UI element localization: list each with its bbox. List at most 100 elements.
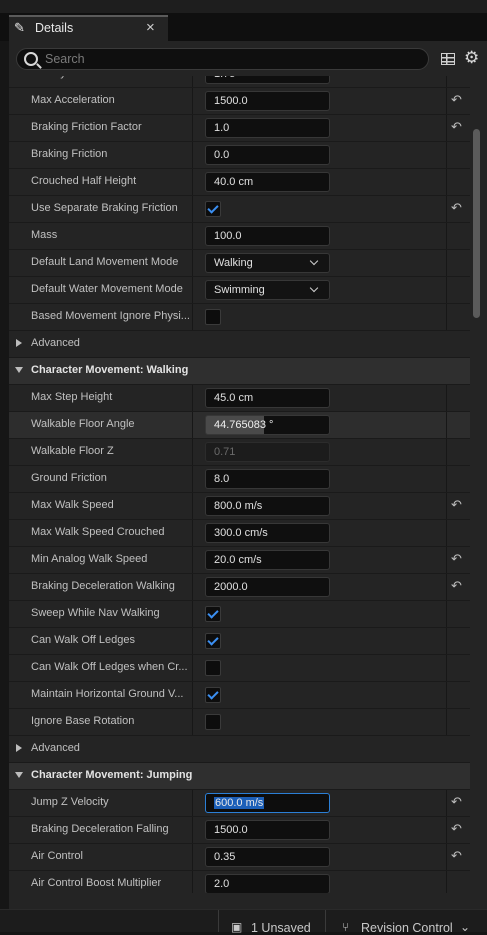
property-value-text: 20.0 cm/s bbox=[214, 554, 262, 566]
column-divider[interactable] bbox=[192, 655, 193, 681]
reset-arrow-icon[interactable]: ↶ bbox=[451, 551, 462, 567]
advanced-expander[interactable]: Advanced bbox=[9, 736, 470, 762]
property-checkbox[interactable] bbox=[205, 660, 221, 676]
property-value-field[interactable]: 1.75 bbox=[205, 76, 330, 84]
property-row: Max Walk Speed Crouched 300.0 cm/s bbox=[9, 520, 470, 546]
property-row: Max Step Height 45.0 cm bbox=[9, 385, 470, 411]
property-label: Can Walk Off Ledges bbox=[31, 634, 135, 646]
property-value-text: Walking bbox=[214, 257, 253, 269]
property-value-text: 100.0 bbox=[214, 230, 242, 242]
expanded-arrow-icon[interactable] bbox=[15, 772, 23, 778]
category-header[interactable]: Character Movement: Walking bbox=[9, 358, 470, 384]
reset-arrow-icon[interactable]: ↶ bbox=[451, 119, 462, 135]
column-divider[interactable] bbox=[192, 493, 193, 519]
reset-arrow-icon[interactable]: ↶ bbox=[451, 821, 462, 837]
property-slider-field[interactable]: 44.765083 ° bbox=[205, 415, 330, 435]
column-divider bbox=[446, 817, 447, 843]
collapsed-arrow-icon[interactable] bbox=[16, 339, 22, 347]
expanded-arrow-icon[interactable] bbox=[15, 367, 23, 373]
scrollbar-thumb[interactable] bbox=[473, 129, 480, 318]
column-divider[interactable] bbox=[192, 250, 193, 276]
column-divider[interactable] bbox=[192, 439, 193, 465]
property-label: Min Analog Walk Speed bbox=[31, 553, 148, 565]
property-checkbox[interactable] bbox=[205, 633, 221, 649]
advanced-expander[interactable]: Advanced bbox=[9, 331, 470, 357]
column-divider[interactable] bbox=[192, 277, 193, 303]
column-divider[interactable] bbox=[192, 844, 193, 870]
gear-icon[interactable]: ⚙ bbox=[464, 48, 479, 68]
reset-arrow-icon[interactable]: ↶ bbox=[451, 200, 462, 216]
property-value-field[interactable]: 1500.0 bbox=[205, 820, 330, 840]
collapsed-arrow-icon[interactable] bbox=[16, 744, 22, 752]
column-divider[interactable] bbox=[192, 115, 193, 141]
column-divider bbox=[446, 304, 447, 330]
column-divider[interactable] bbox=[192, 196, 193, 222]
property-value-field[interactable]: 8.0 bbox=[205, 469, 330, 489]
revision-control-button[interactable]: Revision Control bbox=[361, 921, 453, 935]
reset-arrow-icon[interactable]: ↶ bbox=[451, 92, 462, 108]
reset-arrow-icon[interactable]: ↶ bbox=[451, 76, 462, 81]
search-box[interactable] bbox=[16, 48, 429, 70]
property-value-field[interactable]: 0.0 bbox=[205, 145, 330, 165]
column-divider[interactable] bbox=[192, 304, 193, 330]
column-divider[interactable] bbox=[192, 76, 193, 87]
column-divider[interactable] bbox=[192, 682, 193, 708]
column-divider[interactable] bbox=[192, 88, 193, 114]
column-divider[interactable] bbox=[192, 574, 193, 600]
column-divider[interactable] bbox=[192, 817, 193, 843]
column-divider[interactable] bbox=[192, 412, 193, 438]
property-value-field[interactable]: 300.0 cm/s bbox=[205, 523, 330, 543]
property-dropdown[interactable]: Walking bbox=[205, 253, 330, 273]
property-value-field[interactable]: 45.0 cm bbox=[205, 388, 330, 408]
property-checkbox[interactable] bbox=[205, 606, 221, 622]
column-divider[interactable] bbox=[192, 790, 193, 816]
property-checkbox[interactable] bbox=[205, 201, 221, 217]
property-checkbox[interactable] bbox=[205, 714, 221, 730]
column-divider[interactable] bbox=[192, 142, 193, 168]
column-divider[interactable] bbox=[192, 628, 193, 654]
column-divider[interactable] bbox=[192, 871, 193, 893]
column-divider[interactable] bbox=[192, 466, 193, 492]
property-row: Sweep While Nav Walking bbox=[9, 601, 470, 627]
chevron-down-icon[interactable]: ⌄ bbox=[460, 920, 470, 934]
property-label: Max Walk Speed Crouched bbox=[31, 526, 165, 538]
table-view-icon[interactable] bbox=[441, 53, 455, 65]
column-divider[interactable] bbox=[192, 385, 193, 411]
column-divider[interactable] bbox=[192, 169, 193, 195]
property-value-field-editing[interactable]: 600.0 m/s bbox=[205, 793, 330, 813]
column-divider bbox=[446, 142, 447, 168]
property-value-field[interactable]: 2.0 bbox=[205, 874, 330, 893]
column-divider bbox=[446, 76, 447, 87]
property-value-field[interactable]: 1.0 bbox=[205, 118, 330, 138]
reset-arrow-icon[interactable]: ↶ bbox=[451, 848, 462, 864]
category-header[interactable]: Character Movement: Jumping / Falling bbox=[9, 763, 470, 789]
property-dropdown[interactable]: Swimming bbox=[205, 280, 330, 300]
reset-arrow-icon[interactable]: ↶ bbox=[451, 578, 462, 594]
reset-arrow-icon[interactable]: ↶ bbox=[451, 497, 462, 513]
property-value-field[interactable]: 1500.0 bbox=[205, 91, 330, 111]
property-value-field[interactable]: 800.0 m/s bbox=[205, 496, 330, 516]
property-checkbox[interactable] bbox=[205, 687, 221, 703]
reset-arrow-icon[interactable]: ↶ bbox=[451, 794, 462, 810]
property-value-field[interactable]: 100.0 bbox=[205, 226, 330, 246]
search-input[interactable] bbox=[45, 51, 415, 67]
property-row: Crouched Half Height 40.0 cm bbox=[9, 169, 470, 195]
property-value-field[interactable]: 20.0 cm/s bbox=[205, 550, 330, 570]
column-divider[interactable] bbox=[192, 709, 193, 735]
close-icon[interactable]: × bbox=[146, 19, 155, 36]
column-divider[interactable] bbox=[192, 601, 193, 627]
property-value-field[interactable]: 40.0 cm bbox=[205, 172, 330, 192]
column-divider[interactable] bbox=[192, 223, 193, 249]
details-tab[interactable]: ✎ Details × bbox=[9, 15, 168, 41]
property-value-field[interactable]: 2000.0 bbox=[205, 577, 330, 597]
property-value-field[interactable]: 0.35 bbox=[205, 847, 330, 867]
unsaved-indicator[interactable]: 1 Unsaved bbox=[251, 921, 311, 935]
property-value-text: 0.0 bbox=[214, 149, 230, 161]
column-divider[interactable] bbox=[192, 520, 193, 546]
property-rows: Gravity Scale 1.75 ↶ Max Acceleration 1500.0… bbox=[9, 76, 470, 893]
viewport-edge bbox=[0, 41, 9, 909]
column-divider bbox=[446, 547, 447, 573]
column-divider[interactable] bbox=[192, 547, 193, 573]
property-value-text: 44.765083 ° bbox=[214, 419, 274, 431]
property-checkbox[interactable] bbox=[205, 309, 221, 325]
